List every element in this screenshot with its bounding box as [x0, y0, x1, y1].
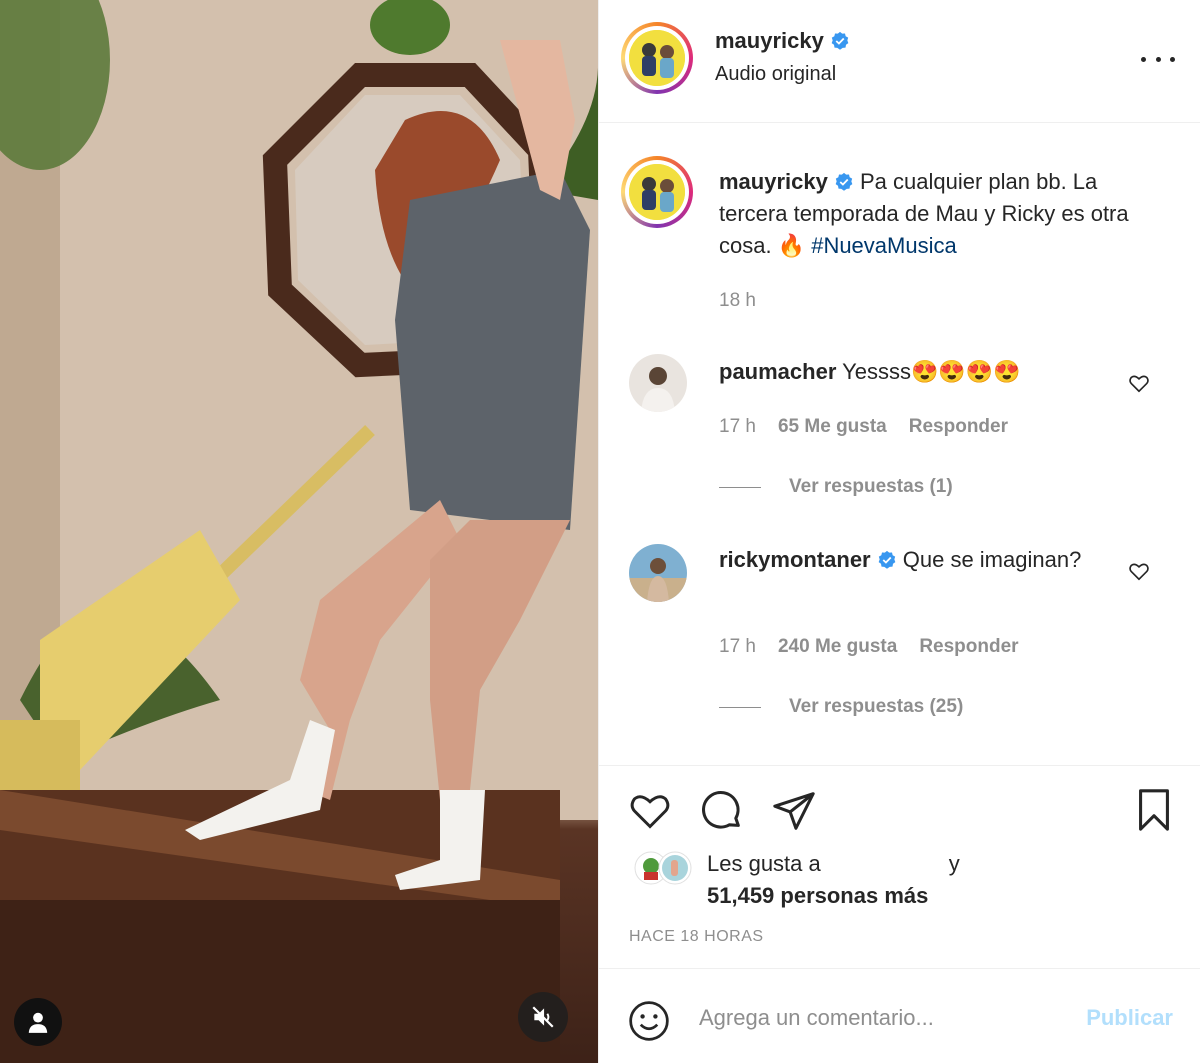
audio-label[interactable]: Audio original [715, 63, 836, 86]
heart-icon [1129, 375, 1149, 393]
view-replies-label: Ver respuestas (1) [789, 476, 953, 497]
bookmark-icon [1139, 789, 1169, 831]
post-details-panel: mauyricky Audio original mauyricky Pa cu… [598, 0, 1200, 1063]
publish-button[interactable]: Publicar [1086, 1005, 1173, 1031]
comment-like-button[interactable] [1128, 560, 1150, 582]
tagged-users-button[interactable] [14, 998, 62, 1046]
comment-reply-button[interactable]: Responder [919, 636, 1018, 658]
comment-meta: 17 h 65 Me gusta Responder [719, 416, 1008, 438]
caption-author-avatar[interactable] [621, 156, 693, 228]
author-username[interactable]: mauyricky [715, 28, 824, 53]
verified-badge-icon [878, 550, 895, 569]
more-options-button[interactable] [1141, 44, 1175, 74]
comment-input[interactable]: Agrega un comentario... [699, 1005, 934, 1031]
likes-summary: Les gusta a y 51,459 personas más [707, 848, 960, 912]
more-options-icon [1141, 56, 1146, 62]
divider [599, 765, 1200, 766]
view-replies-button[interactable]: Ver respuestas (25) [719, 696, 963, 718]
heart-icon [1129, 563, 1149, 581]
comment-text: Yessss😍😍😍😍 [842, 359, 1021, 384]
comment-bubble-icon [702, 791, 740, 829]
heart-icon [630, 795, 670, 829]
verified-badge-icon [831, 31, 849, 50]
likes-connector: y [948, 851, 960, 876]
user-tag-icon [28, 1012, 48, 1033]
view-replies-button[interactable]: Ver respuestas (1) [719, 476, 953, 498]
verified-badge-icon [835, 172, 853, 191]
comment-meta: 17 h 240 Me gusta Responder [719, 636, 1019, 658]
caption-username[interactable]: mauyricky [719, 169, 828, 194]
comment-like-button[interactable] [1128, 372, 1150, 394]
speaker-muted-icon [532, 1006, 554, 1028]
author-avatar[interactable] [621, 22, 693, 94]
post-timestamp[interactable]: HACE 18 HORAS [629, 928, 764, 946]
comment-reply-button[interactable]: Responder [909, 416, 1008, 438]
comment-username[interactable]: rickymontaner [719, 547, 871, 572]
commenter-avatar[interactable] [629, 354, 687, 412]
like-button[interactable] [627, 788, 673, 832]
mute-toggle-button[interactable] [518, 992, 568, 1042]
comment-time[interactable]: 17 h [719, 416, 756, 438]
comment-time[interactable]: 17 h [719, 636, 756, 658]
post-header: mauyricky Audio original [599, 0, 1200, 123]
commenter-avatar[interactable] [629, 544, 687, 602]
caption-time[interactable]: 18 h [719, 290, 756, 312]
smiley-icon [629, 1001, 669, 1041]
save-button[interactable] [1131, 786, 1177, 834]
comment-text: Que se imaginan? [902, 547, 1082, 572]
comment-username[interactable]: paumacher [719, 359, 836, 384]
emoji-picker-button[interactable] [627, 999, 671, 1043]
comment-likes[interactable]: 240 Me gusta [778, 636, 897, 658]
paper-plane-icon [773, 792, 815, 830]
comment-button[interactable] [699, 788, 745, 834]
comment: paumacher Yessss😍😍😍😍 [719, 356, 1109, 388]
comment: rickymontaner Que se imaginan? [719, 544, 1119, 576]
liker-avatars[interactable] [631, 850, 701, 886]
post-video-frame [0, 0, 598, 1063]
caption-hashtag-link[interactable]: #NuevaMusica [811, 233, 957, 258]
comment-likes[interactable]: 65 Me gusta [778, 416, 887, 438]
likes-prefix: Les gusta a [707, 851, 821, 876]
share-button[interactable] [771, 788, 817, 834]
comment-compose-bar: Agrega un comentario... Publicar [599, 968, 1200, 1064]
post-media[interactable] [0, 0, 598, 1063]
post-caption: mauyricky Pa cualquier plan bb. La terce… [719, 166, 1159, 262]
likes-count-link[interactable]: 51,459 personas más [707, 883, 928, 908]
view-replies-label: Ver respuestas (25) [789, 696, 964, 717]
